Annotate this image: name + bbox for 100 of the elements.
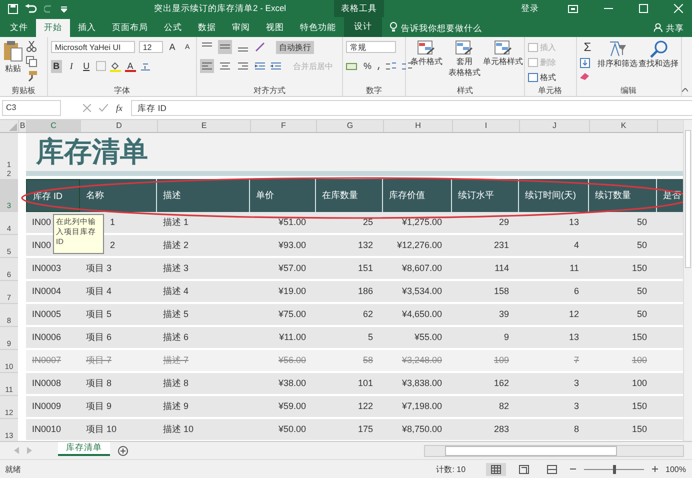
ribbon-tab[interactable]: 页面布局 xyxy=(104,19,156,37)
font-color-button[interactable]: A xyxy=(124,60,136,72)
column-header[interactable]: D xyxy=(80,120,157,132)
find-select-button[interactable]: 查找和选择 xyxy=(640,40,678,69)
scissors-icon[interactable] xyxy=(26,41,37,52)
insert-function-button[interactable]: fx xyxy=(116,103,122,113)
column-heading: 名称 xyxy=(80,179,157,212)
column-header[interactable]: J xyxy=(519,120,589,132)
underline-button[interactable]: U xyxy=(80,60,92,72)
share-button[interactable]: 共享 xyxy=(666,19,684,37)
table-cell: 项目 4 xyxy=(80,281,157,304)
style-button[interactable]: 套用 表格格式 xyxy=(446,40,482,78)
horizontal-scrollbar[interactable] xyxy=(424,444,684,456)
group-label: 单元格 xyxy=(537,85,564,96)
table-cell: 描述 2 xyxy=(157,235,250,258)
sign-in-link[interactable]: 登录 xyxy=(521,2,539,14)
fill-color-icon[interactable] xyxy=(110,60,121,72)
table-cell: 描述 10 xyxy=(157,419,250,441)
bold-button[interactable]: B xyxy=(50,60,62,72)
sheet-tab[interactable]: 库存清单 xyxy=(58,442,110,456)
ribbon-tab[interactable]: 文件 xyxy=(2,19,36,37)
font-name-field[interactable]: Microsoft YaHei UI xyxy=(50,41,135,53)
person-icon[interactable] xyxy=(654,23,663,32)
table-cell: 描述 1 xyxy=(157,212,250,235)
cell-button[interactable]: 格式 xyxy=(528,70,556,84)
ribbon-tab[interactable]: 插入 xyxy=(70,19,104,37)
column-header[interactable]: E xyxy=(157,120,250,132)
border-icon[interactable] xyxy=(96,61,106,71)
minimize-icon[interactable] xyxy=(604,8,613,10)
table-style-icon xyxy=(417,40,436,56)
table-cell: 150 xyxy=(589,258,657,281)
customize-icon[interactable] xyxy=(61,4,67,12)
number-format-field[interactable]: 常规 xyxy=(346,41,396,53)
ribbon-tab[interactable]: 数据 xyxy=(190,19,224,37)
undo-icon[interactable] xyxy=(25,4,37,14)
normal-view-icon[interactable] xyxy=(486,462,506,476)
ribbon-tab[interactable]: 设计 xyxy=(344,17,382,37)
formula-field[interactable]: 库存 ID xyxy=(130,100,692,116)
column-header[interactable]: C xyxy=(26,120,80,132)
add-sheet-icon[interactable] xyxy=(118,446,128,456)
column-header[interactable]: G xyxy=(316,120,383,132)
table-cell: ¥19.00 xyxy=(250,281,316,304)
currency-icon[interactable] xyxy=(346,60,358,72)
ribbon-tab[interactable]: 开始 xyxy=(36,19,70,37)
italic-button[interactable]: I xyxy=(66,60,77,72)
table-cell: ¥3,838.00 xyxy=(383,373,452,396)
tell-me-field[interactable]: 告诉我你想要做什么 xyxy=(401,19,482,37)
copy-icon[interactable] xyxy=(26,56,37,67)
zoom-in-icon[interactable] xyxy=(652,466,658,472)
eraser-icon[interactable] xyxy=(580,72,590,80)
fill-down-icon[interactable] xyxy=(580,58,590,68)
ribbon-tab[interactable]: 视图 xyxy=(258,19,292,37)
close-icon[interactable] xyxy=(674,4,683,13)
ribbon-tab[interactable]: 特色功能 xyxy=(292,19,344,37)
table-cell: 6 xyxy=(519,281,589,304)
wrap-text-button[interactable]: 自动换行 xyxy=(276,40,314,54)
name-box[interactable]: C3 xyxy=(2,100,61,116)
table-cell: ¥12,276.00 xyxy=(383,235,452,258)
autosum-button[interactable]: Σ xyxy=(580,41,596,54)
sheet-title: 库存清单 xyxy=(36,135,148,169)
phonetic-icon[interactable] xyxy=(140,60,151,72)
table-cell: 283 xyxy=(452,419,519,441)
table-cell: IN0003 xyxy=(26,258,80,281)
horizontal-align-icon[interactable] xyxy=(200,59,214,73)
column-heading: 库存价值 xyxy=(383,179,452,212)
indent-icon[interactable] xyxy=(254,60,266,72)
orientation-icon[interactable] xyxy=(254,41,266,53)
table-cell: IN0005 xyxy=(26,304,80,327)
table-cell: 3 xyxy=(519,373,589,396)
sort-filter-button[interactable]: 排序和筛选 xyxy=(598,40,636,69)
maximize-icon[interactable] xyxy=(639,4,648,13)
column-heading: 在库数量 xyxy=(316,179,383,212)
context-label: 表格工具 xyxy=(334,0,384,17)
column-header[interactable]: F xyxy=(250,120,316,132)
save-icon[interactable] xyxy=(8,4,18,14)
grow-font-button[interactable]: A xyxy=(166,40,178,54)
column-header[interactable]: I xyxy=(452,120,519,132)
format-painter-icon[interactable] xyxy=(26,71,37,82)
font-size-field[interactable]: 12 xyxy=(138,41,163,53)
paste-button[interactable]: 粘贴 xyxy=(3,40,23,74)
decimal-icon[interactable] xyxy=(384,60,397,72)
table-cell: 7 xyxy=(519,350,589,373)
clipboard-icon xyxy=(3,40,23,62)
zoom-level[interactable]: 100% xyxy=(666,464,686,474)
table-cell: 39 xyxy=(452,304,519,327)
table-cell: 13 xyxy=(519,212,589,235)
vertical-scrollbar[interactable] xyxy=(683,120,692,441)
ribbon-tab[interactable]: 审阅 xyxy=(224,19,258,37)
zoom-out-icon[interactable] xyxy=(570,466,576,472)
style-button[interactable]: 条件格式 xyxy=(408,40,444,67)
ribbon-tab[interactable]: 公式 xyxy=(156,19,190,37)
group-label: 对齐方式 xyxy=(252,85,286,96)
column-header[interactable]: K xyxy=(589,120,657,132)
percent-button[interactable]: % xyxy=(362,60,373,72)
column-header[interactable]: H xyxy=(383,120,452,132)
indent-icon[interactable] xyxy=(270,60,282,72)
table-cell: 62 xyxy=(316,304,383,327)
vertical-align-icon[interactable] xyxy=(218,40,232,54)
ribbon-display-icon[interactable] xyxy=(568,4,578,12)
style-button[interactable]: 单元格样式 xyxy=(484,40,521,67)
